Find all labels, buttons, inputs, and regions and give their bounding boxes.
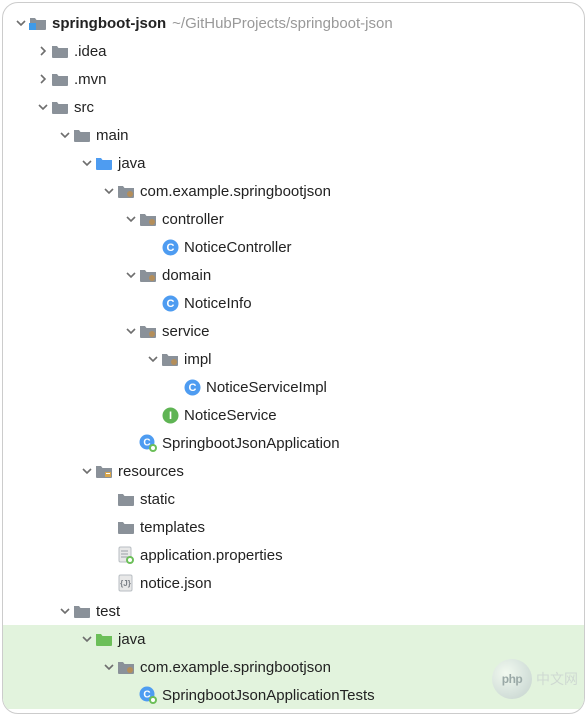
tree-item-label: java [118, 155, 146, 172]
folder-test-java[interactable]: java [3, 625, 584, 653]
chevron-down-icon[interactable] [57, 603, 73, 619]
json-file-icon: {J} [117, 574, 135, 592]
folder-static[interactable]: static [3, 485, 584, 513]
tree-item-label: NoticeService [184, 407, 277, 424]
tree-item-label: main [96, 127, 129, 144]
file-application-properties[interactable]: application.properties [3, 541, 584, 569]
folder-test[interactable]: test [3, 597, 584, 625]
folder-resources[interactable]: resources [3, 457, 584, 485]
project-path: ~/GitHubProjects/springboot-json [172, 15, 393, 32]
folder-icon [51, 70, 69, 88]
folder-main[interactable]: main [3, 121, 584, 149]
svg-text:C: C [188, 382, 196, 394]
package-domain[interactable]: domain [3, 261, 584, 289]
chevron-down-icon[interactable] [35, 99, 51, 115]
chevron-down-icon[interactable] [123, 211, 139, 227]
package-icon [117, 658, 135, 676]
package-test-root[interactable]: com.example.springbootjson [3, 653, 584, 681]
tree-item-label: com.example.springbootjson [140, 659, 331, 676]
tree-item-label: domain [162, 267, 211, 284]
folder-icon [73, 602, 91, 620]
chevron-down-icon[interactable] [79, 463, 95, 479]
chevron-down-icon[interactable] [101, 183, 117, 199]
resources-folder-icon [95, 462, 113, 480]
tree-item-label: src [74, 99, 94, 116]
folder-templates[interactable]: templates [3, 513, 584, 541]
folder-icon [117, 518, 135, 536]
tree-item-label: application.properties [140, 547, 283, 564]
tree-item-label: NoticeController [184, 239, 292, 256]
package-icon [139, 210, 157, 228]
tree-item-label: NoticeInfo [184, 295, 252, 312]
folder-mvn[interactable]: .mvn [3, 65, 584, 93]
chevron-down-icon[interactable] [145, 351, 161, 367]
file-notice-json[interactable]: {J} notice.json [3, 569, 584, 597]
folder-icon [51, 42, 69, 60]
tree-item-label: test [96, 603, 120, 620]
tree-item-label: controller [162, 211, 224, 228]
folder-idea[interactable]: .idea [3, 37, 584, 65]
folder-java[interactable]: java [3, 149, 584, 177]
interface-noticeservice[interactable]: I NoticeService [3, 401, 584, 429]
tree-item-label: service [162, 323, 210, 340]
folder-icon [73, 126, 91, 144]
tree-item-label: static [140, 491, 175, 508]
chevron-down-icon[interactable] [123, 267, 139, 283]
test-folder-icon [95, 630, 113, 648]
chevron-down-icon[interactable] [13, 15, 29, 31]
project-tree[interactable]: springboot-json ~/GitHubProjects/springbo… [2, 2, 585, 714]
class-icon: C [183, 378, 201, 396]
tree-item-label: impl [184, 351, 212, 368]
spring-props-icon [117, 546, 135, 564]
class-noticeinfo[interactable]: C NoticeInfo [3, 289, 584, 317]
chevron-right-icon[interactable] [35, 71, 51, 87]
class-icon: C [161, 238, 179, 256]
chevron-down-icon[interactable] [123, 323, 139, 339]
tree-item-label: com.example.springbootjson [140, 183, 331, 200]
tree-item-label: templates [140, 519, 205, 536]
project-root[interactable]: springboot-json ~/GitHubProjects/springbo… [3, 9, 584, 37]
package-service[interactable]: service [3, 317, 584, 345]
chevron-down-icon[interactable] [57, 127, 73, 143]
tree-item-label: .idea [74, 43, 107, 60]
class-noticecontroller[interactable]: C NoticeController [3, 233, 584, 261]
source-folder-icon [95, 154, 113, 172]
tree-item-label: java [118, 631, 146, 648]
folder-icon [117, 490, 135, 508]
class-noticeserviceimpl[interactable]: C NoticeServiceImpl [3, 373, 584, 401]
chevron-down-icon[interactable] [101, 659, 117, 675]
svg-text:C: C [166, 298, 174, 310]
tree-item-label: notice.json [140, 575, 212, 592]
tree-item-label: .mvn [74, 71, 107, 88]
package-controller[interactable]: controller [3, 205, 584, 233]
package-icon [139, 322, 157, 340]
package-icon [139, 266, 157, 284]
class-springbootjsonapplication[interactable]: C SpringbootJsonApplication [3, 429, 584, 457]
package-root[interactable]: com.example.springbootjson [3, 177, 584, 205]
tree-item-label: resources [118, 463, 184, 480]
folder-icon [51, 98, 69, 116]
chevron-down-icon[interactable] [79, 155, 95, 171]
tree-item-label: SpringbootJsonApplication [162, 435, 340, 452]
package-icon [161, 350, 179, 368]
package-impl[interactable]: impl [3, 345, 584, 373]
class-springbootjsonapplicationtests[interactable]: C SpringbootJsonApplicationTests [3, 681, 584, 709]
chevron-down-icon[interactable] [79, 631, 95, 647]
package-icon [117, 182, 135, 200]
chevron-right-icon[interactable] [35, 43, 51, 59]
interface-icon: I [161, 406, 179, 424]
tree-item-label: NoticeServiceImpl [206, 379, 327, 396]
svg-text:I: I [168, 410, 171, 422]
class-icon: C [161, 294, 179, 312]
folder-src[interactable]: src [3, 93, 584, 121]
spring-class-icon: C [139, 434, 157, 452]
svg-text:C: C [166, 242, 174, 254]
project-folder-icon [29, 14, 47, 32]
spring-class-icon: C [139, 686, 157, 704]
tree-item-label: springboot-json [52, 15, 166, 32]
tree-item-label: SpringbootJsonApplicationTests [162, 687, 375, 704]
svg-text:{J}: {J} [120, 579, 131, 588]
